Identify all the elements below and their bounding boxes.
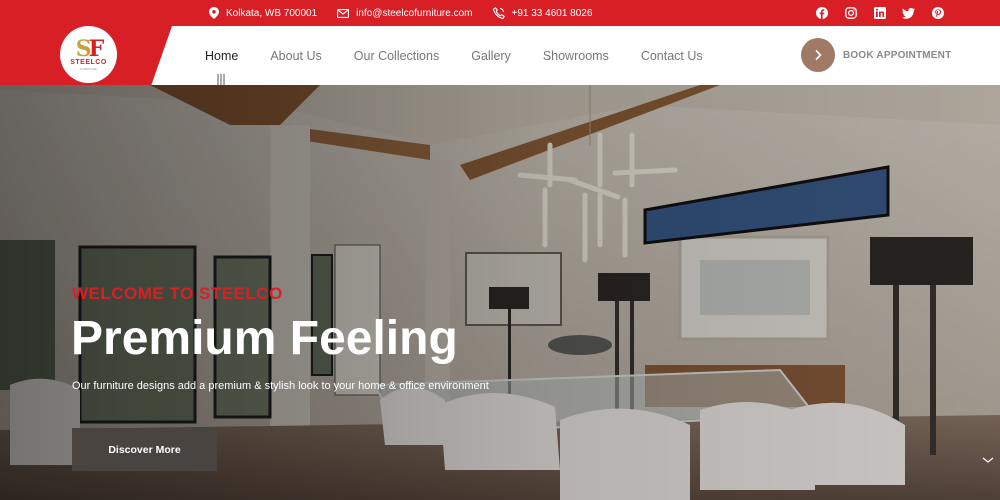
hero-subline: Our furniture designs add a premium & st… <box>72 380 489 392</box>
contact-info: Kolkata, WB 700001 info@steelcofurniture… <box>209 0 612 26</box>
linkedin-icon[interactable] <box>873 7 886 20</box>
location-item: Kolkata, WB 700001 <box>209 7 317 19</box>
book-appointment-label: BOOK APPOINTMENT <box>843 49 952 61</box>
nav-our-collections[interactable]: Our Collections <box>354 49 439 63</box>
site-header: SF STEELCO FURNITURE Home About Us Our C… <box>0 26 1000 86</box>
top-bar: Kolkata, WB 700001 info@steelcofurniture… <box>0 0 1000 26</box>
email-icon <box>337 8 350 18</box>
hero-headline: Premium Feeling <box>71 312 458 365</box>
email-item[interactable]: info@steelcofurniture.com <box>337 8 473 19</box>
phone-item[interactable]: +91 33 4601 8026 <box>492 7 593 19</box>
chevron-right-icon <box>801 38 835 72</box>
book-appointment-button[interactable]: BOOK APPOINTMENT <box>801 38 951 72</box>
facebook-icon[interactable] <box>815 7 828 20</box>
logo-mark: SF <box>75 35 104 62</box>
steelco-logo[interactable]: SF STEELCO FURNITURE <box>60 26 117 83</box>
phone-text[interactable]: +91 33 4601 8026 <box>512 8 593 19</box>
nav-contact-us[interactable]: Contact Us <box>641 49 703 63</box>
logo-text: STEELCO <box>70 58 107 66</box>
phone-icon <box>492 7 505 19</box>
main-nav: Home About Us Our Collections Gallery Sh… <box>205 26 735 85</box>
chevron-down-icon[interactable] <box>982 457 994 463</box>
hero-welcome-text: WELCOME TO STEELCO <box>72 284 283 303</box>
pinterest-icon[interactable] <box>931 7 944 20</box>
nav-showrooms[interactable]: Showrooms <box>543 49 609 63</box>
logo-tagline: FURNITURE <box>79 66 98 71</box>
discover-more-button[interactable]: Discover More <box>72 428 217 471</box>
nav-home[interactable]: Home <box>205 49 238 63</box>
twitter-icon[interactable] <box>902 7 915 20</box>
email-text[interactable]: info@steelcofurniture.com <box>356 8 472 19</box>
hero-section: WELCOME TO STEELCO Premium Feeling Our f… <box>0 85 1000 500</box>
location-pin-icon <box>209 7 219 19</box>
nav-gallery[interactable]: Gallery <box>471 49 511 63</box>
instagram-icon[interactable] <box>844 7 857 20</box>
location-text: Kolkata, WB 700001 <box>226 7 318 19</box>
social-links <box>815 0 960 26</box>
nav-about-us[interactable]: About Us <box>270 49 321 63</box>
